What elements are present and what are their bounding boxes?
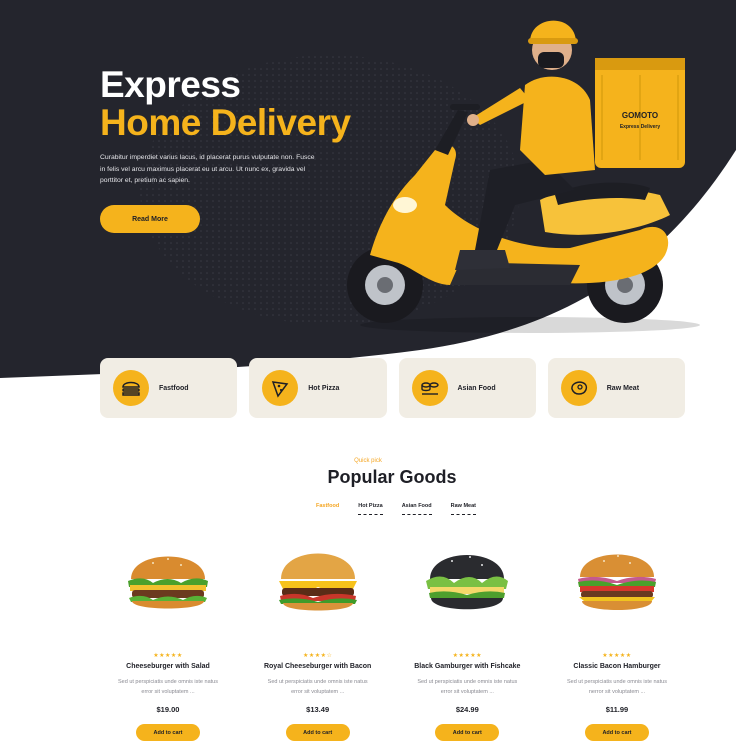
add-to-cart-button[interactable]: Add to cart — [136, 724, 200, 741]
add-to-cart-button[interactable]: Add to cart — [285, 724, 350, 741]
product-description: Sed ut perspiciatis unde omnis iste natu… — [267, 679, 368, 695]
product-description: Sed ut perspiciatis unde omnis iste natu… — [118, 679, 218, 695]
tab-asian-food[interactable]: Asian Food — [401, 503, 432, 515]
tab-fastfood[interactable]: Fastfood — [316, 503, 339, 515]
section-subtitle: Quick pick — [354, 458, 382, 464]
sushi-icon — [411, 370, 448, 406]
category-label: Fastfood — [159, 384, 189, 392]
product-name[interactable]: Black Gamburger with Fishcake — [399, 663, 535, 670]
cheeseburger-image[interactable] — [123, 541, 213, 625]
product-description: Sed ut perspiciatis unde omnis iste natu… — [566, 679, 667, 695]
pizza-icon — [262, 370, 299, 406]
product-name[interactable]: Classic Bacon Hamburger — [549, 663, 685, 670]
rating-stars: ★★★★★ — [602, 653, 632, 659]
add-to-cart-button[interactable]: Add to cart — [435, 724, 500, 741]
category-label: Asian Food — [457, 384, 496, 392]
bag-tagline: Express Delivery — [620, 124, 661, 130]
product-card: ★★★★★ Black Gamburger with Fishcake Sed … — [399, 535, 535, 749]
product-card: ★★★★★ Cheeseburger with Salad Sed ut per… — [100, 535, 236, 749]
hero-description: Curabitur imperdiet varius lacus, id pla… — [100, 154, 315, 184]
tab-hot-pizza[interactable]: Hot Pizza — [358, 503, 383, 515]
add-to-cart-button[interactable]: Add to cart — [584, 724, 649, 741]
delivery-rider-image: GOMOTO Express Delivery — [347, 20, 700, 333]
product-name[interactable]: Cheeseburger with Salad — [100, 663, 236, 670]
royal-cheeseburger-image[interactable] — [273, 541, 363, 625]
category-card-fastfood[interactable]: Fastfood — [100, 358, 238, 418]
bag-brand: GOMOTO — [622, 111, 658, 120]
black-burger-image[interactable] — [422, 541, 512, 625]
category-card-hot-pizza[interactable]: Hot Pizza — [249, 358, 387, 418]
product-price: $19.00 — [156, 705, 180, 714]
category-label: Hot Pizza — [308, 384, 340, 392]
burger-icon — [113, 370, 149, 406]
category-label: Raw Meat — [606, 384, 640, 392]
category-card-raw-meat[interactable]: Raw Meat — [547, 358, 685, 418]
product-card: ★★★★★ Classic Bacon Hamburger Sed ut per… — [549, 535, 685, 749]
rating-stars: ★★★★★ — [153, 653, 183, 659]
product-price: $13.49 — [306, 705, 330, 714]
hero-title-line2: Home Delivery — [100, 102, 351, 143]
tab-raw-meat[interactable]: Raw Meat — [450, 503, 477, 515]
rating-stars: ★★★★☆ — [302, 653, 333, 659]
rating-stars: ★★★★★ — [452, 653, 483, 659]
category-cards: Fastfood Hot Pizza Asian Food Raw Meat — [100, 358, 685, 418]
bacon-hamburger-image[interactable] — [572, 541, 662, 625]
category-card-asian-food[interactable]: Asian Food — [398, 358, 536, 418]
hero-section: Express Home Delivery Curabitur imperdie… — [0, 0, 736, 400]
hero-title: Express Home Delivery — [100, 66, 351, 142]
product-price: $24.99 — [455, 705, 479, 714]
product-price: $11.99 — [605, 705, 629, 714]
hero-title-line1: Express — [100, 64, 241, 105]
product-description: Sed ut perspiciatis unde omnis iste natu… — [417, 679, 518, 695]
product-tabs: Fastfood Hot Pizza Asian Food Raw Meat — [316, 503, 477, 515]
product-name[interactable]: Royal Cheeseburger with Bacon — [250, 663, 386, 670]
read-more-button[interactable]: Read More — [100, 205, 200, 233]
meat-icon — [560, 370, 597, 406]
product-card: ★★★★☆ Royal Cheeseburger with Bacon Sed … — [250, 535, 386, 749]
section-title: Popular Goods — [327, 467, 457, 487]
product-grid: ★★★★★ Cheeseburger with Salad Sed ut per… — [100, 535, 685, 749]
